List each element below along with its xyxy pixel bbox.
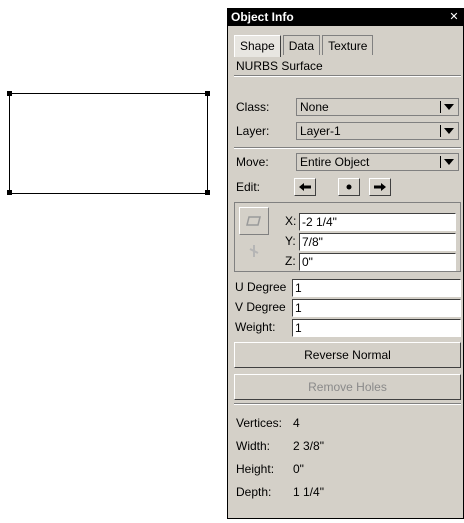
divider — [234, 403, 461, 405]
chevron-down-icon — [444, 104, 454, 110]
vertices-label: Vertices: — [236, 416, 283, 430]
v-degree-field[interactable]: 1 — [292, 299, 461, 317]
class-value: None — [300, 100, 329, 114]
object-type-label: NURBS Surface — [236, 59, 323, 73]
move-label: Move: — [236, 155, 269, 169]
position-group: X: -2 1/4" Y: 7/8" Z: 0" — [234, 202, 461, 272]
height-value: 0" — [293, 462, 304, 476]
edit-center-button[interactable] — [338, 178, 360, 196]
palette-title: Object Info — [231, 10, 294, 24]
close-icon[interactable]: ✕ — [448, 11, 460, 23]
tab-bar: Shape Data Texture — [234, 35, 375, 57]
object-info-palette: Object Info ✕ Shape Data Texture NURBS S… — [227, 8, 464, 519]
selection-handle-bottom-right[interactable] — [205, 190, 210, 195]
class-label: Class: — [236, 100, 270, 114]
plan-view-icon[interactable] — [239, 207, 269, 235]
z-label: Z: — [285, 254, 296, 268]
edit-left-button[interactable] — [294, 178, 316, 196]
move-value: Entire Object — [300, 155, 370, 169]
chevron-down-icon — [444, 159, 454, 165]
width-label: Width: — [236, 439, 271, 453]
selection-handle-bottom-left[interactable] — [7, 190, 12, 195]
edit-label: Edit: — [236, 180, 261, 194]
depth-value: 1 1/4" — [293, 485, 324, 499]
depth-label: Depth: — [236, 485, 272, 499]
chevron-down-icon — [444, 128, 454, 134]
center-dot-icon — [346, 184, 352, 190]
reverse-normal-button[interactable]: Reverse Normal — [234, 342, 461, 368]
dropdown-divider — [440, 101, 441, 113]
3d-view-icon[interactable] — [239, 237, 269, 265]
u-degree-label: U Degree — [235, 280, 287, 294]
x-label: X: — [285, 214, 297, 228]
z-field[interactable]: 0" — [299, 253, 456, 271]
move-dropdown[interactable]: Entire Object — [296, 153, 459, 171]
weight-field[interactable]: 1 — [292, 319, 461, 337]
selection-handle-top-left[interactable] — [7, 91, 12, 96]
left-arrow-icon — [299, 183, 311, 191]
layer-value: Layer-1 — [300, 124, 341, 138]
dropdown-divider — [440, 125, 441, 137]
palette-titlebar[interactable]: Object Info ✕ — [228, 9, 463, 26]
remove-holes-button: Remove Holes — [234, 374, 461, 400]
tab-shape[interactable]: Shape — [234, 35, 281, 57]
selected-rectangle-shape[interactable] — [9, 93, 208, 194]
selection-handle-top-right[interactable] — [205, 91, 210, 96]
x-field[interactable]: -2 1/4" — [299, 213, 456, 231]
height-label: Height: — [236, 462, 275, 476]
divider — [234, 147, 461, 149]
layer-label: Layer: — [236, 124, 270, 138]
vertices-value: 4 — [293, 416, 300, 430]
edit-right-button[interactable] — [369, 178, 391, 196]
u-degree-field[interactable]: 1 — [292, 279, 461, 297]
y-label: Y: — [285, 234, 296, 248]
layer-dropdown[interactable]: Layer-1 — [296, 122, 459, 140]
dropdown-divider — [440, 156, 441, 168]
weight-label: Weight: — [235, 320, 276, 334]
tab-texture[interactable]: Texture — [322, 35, 374, 55]
class-dropdown[interactable]: None — [296, 98, 459, 116]
tab-data[interactable]: Data — [282, 35, 321, 55]
v-degree-label: V Degree — [235, 300, 286, 314]
right-arrow-icon — [374, 183, 386, 191]
width-value: 2 3/8" — [293, 439, 324, 453]
divider — [234, 75, 461, 77]
y-field[interactable]: 7/8" — [299, 233, 456, 251]
